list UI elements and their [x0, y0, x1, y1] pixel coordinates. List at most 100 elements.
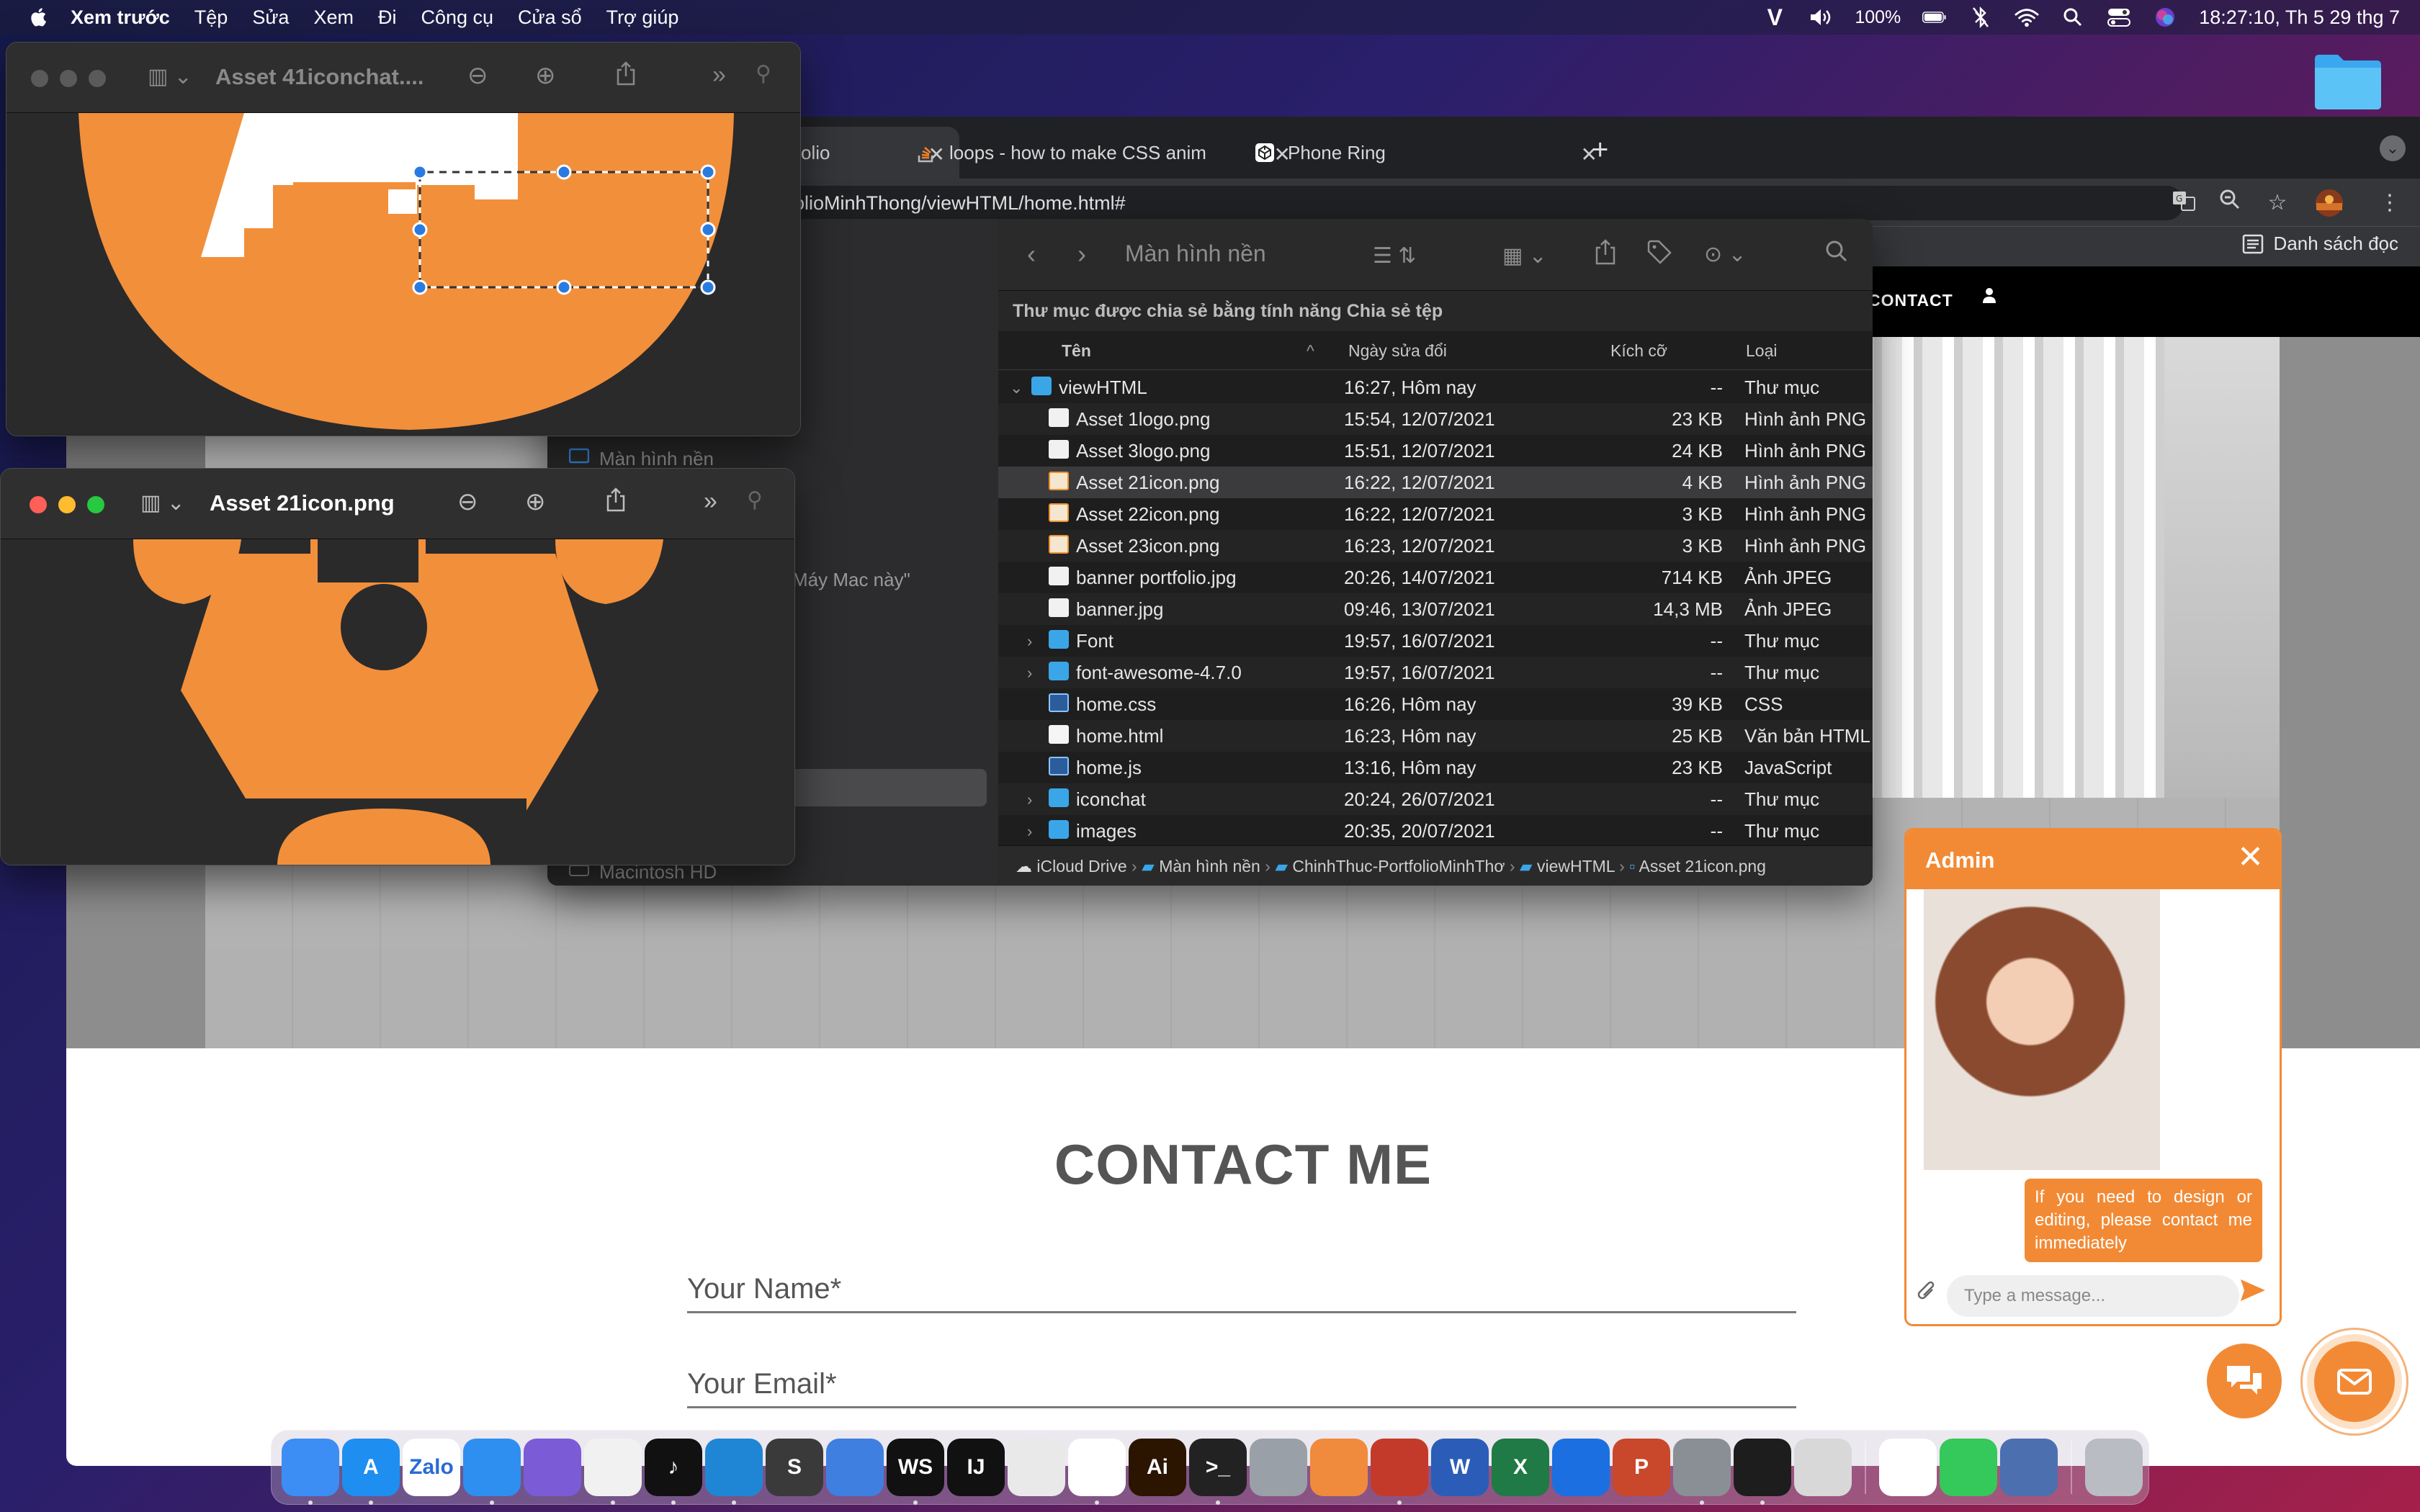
folder-row[interactable]: › font-awesome-4.7.0 19:57, 16/07/2021 Thư …	[998, 657, 1873, 688]
more-tools-icon[interactable]: »	[704, 487, 717, 516]
file-row[interactable]: home.html 16:23, Hôm nay Văn bản HTML 25 KB	[998, 720, 1873, 752]
send-icon[interactable]	[2239, 1278, 2267, 1310]
bluetooth-off-icon[interactable]	[1968, 6, 1993, 28]
dock-pen-app-icon[interactable]	[1310, 1439, 1368, 1496]
share-icon[interactable]	[616, 61, 636, 92]
battery-icon[interactable]	[1922, 6, 1947, 28]
file-row[interactable]: Asset 22icon.png 16:22, 12/07/2021 Hình ản…	[998, 498, 1873, 530]
dock-system-prefs-icon[interactable]	[1250, 1439, 1307, 1496]
dock-vscode-icon[interactable]	[705, 1439, 763, 1505]
zoom-in-icon[interactable]: ⊕	[535, 61, 556, 90]
disclosure-triangle-icon[interactable]: ›	[1027, 822, 1032, 841]
search-icon[interactable]: ⚲	[756, 61, 771, 86]
zoom-button[interactable]	[89, 70, 106, 87]
zoom-button[interactable]	[87, 496, 104, 513]
path-segment[interactable]: Asset 21icon.png	[1639, 857, 1765, 876]
dock-illustrator-icon[interactable]: Ai	[1129, 1439, 1186, 1496]
name-field[interactable]: Your Name*	[687, 1273, 1796, 1313]
desktop-folder-icon[interactable]	[2312, 52, 2384, 111]
menu-window[interactable]: Cửa sổ	[518, 6, 582, 29]
dock-activity-monitor-icon[interactable]	[1734, 1439, 1791, 1505]
dock-terminal-icon[interactable]: >_	[1189, 1439, 1247, 1505]
dock-messages-icon[interactable]	[1940, 1439, 1997, 1496]
dock-desktop-stack-icon[interactable]	[2000, 1439, 2058, 1496]
file-row[interactable]: Asset 1logo.png 15:54, 12/07/2021 Hình ảnh…	[998, 403, 1873, 435]
path-segment[interactable]: Màn hình nền	[1159, 857, 1260, 876]
back-icon[interactable]: ‹	[1027, 239, 1036, 269]
file-row[interactable]: home.js 13:16, Hôm nay JavaScript 23 KB	[998, 752, 1873, 783]
column-kind[interactable]: Loại	[1746, 341, 1777, 361]
column-date[interactable]: Ngày sửa đổi	[1348, 341, 1447, 361]
path-segment[interactable]: viewHTML	[1537, 857, 1615, 876]
menu-clock[interactable]: 18:27:10, Th 5 29 thg 7	[2199, 6, 2400, 29]
dock-settings-icon[interactable]	[1673, 1439, 1731, 1505]
dock-mongodb-icon[interactable]	[1068, 1439, 1126, 1505]
chrome-menu-icon[interactable]: ⋮	[2375, 189, 2404, 217]
menu-view[interactable]: Xem	[313, 6, 354, 29]
dock-zalo-icon[interactable]: Zalo	[403, 1439, 460, 1496]
disclosure-triangle-icon[interactable]: ⌄	[1010, 379, 1023, 397]
dock-excel-icon[interactable]: X	[1492, 1439, 1549, 1496]
apple-menu-icon[interactable]	[29, 6, 50, 28]
path-segment[interactable]: ChinhThuc-PortfolioMinhThơ	[1292, 857, 1505, 876]
menu-go[interactable]: Đi	[378, 6, 397, 29]
tab-search-icon[interactable]: ⌄	[2380, 135, 2406, 161]
email-field[interactable]: Your Email*	[687, 1368, 1796, 1408]
close-button[interactable]	[31, 70, 48, 87]
new-tab-button[interactable]: +	[1592, 134, 1608, 166]
menu-file[interactable]: Tệp	[194, 6, 228, 29]
search-icon[interactable]	[1825, 239, 1848, 269]
more-actions-icon[interactable]: ⊙ ⌄	[1704, 242, 1747, 267]
dock-word-icon[interactable]: W	[1431, 1439, 1489, 1496]
dock-xcode-tools-icon[interactable]	[826, 1439, 884, 1496]
file-row[interactable]: banner portfolio.jpg 20:26, 14/07/2021 Ảnh…	[998, 562, 1873, 593]
file-row[interactable]: banner.jpg 09:46, 13/07/2021 Ảnh JPEG 14,3 …	[998, 593, 1873, 625]
folder-row[interactable]: › iconchat 20:24, 26/07/2021 Thư mục --	[998, 783, 1873, 815]
control-center-icon[interactable]	[2107, 6, 2131, 28]
list-view-icon[interactable]: ☰ ⇅	[1373, 243, 1416, 269]
translate-icon[interactable]: G	[2169, 189, 2198, 217]
zoom-out-icon[interactable]: ⊖	[457, 487, 478, 516]
dock-tiktok-icon[interactable]: ♪	[645, 1439, 702, 1505]
siri-icon[interactable]	[2153, 6, 2177, 28]
spotlight-search-icon[interactable]	[2061, 6, 2085, 28]
folder-row[interactable]: › Font 19:57, 16/07/2021 Thư mục --	[998, 625, 1873, 657]
share-icon[interactable]	[606, 487, 626, 518]
dock-sublime-icon[interactable]: S	[766, 1439, 823, 1496]
dock-teamviewer-icon[interactable]	[1552, 1439, 1610, 1496]
wifi-icon[interactable]	[2015, 6, 2039, 28]
disclosure-triangle-icon[interactable]: ›	[1027, 791, 1032, 809]
group-icon[interactable]: ▦ ⌄	[1502, 243, 1547, 269]
sidebar-toggle-icon[interactable]: ▥ ⌄	[148, 64, 192, 89]
zoom-out-icon[interactable]: ⊖	[467, 61, 488, 90]
forward-icon[interactable]: ›	[1077, 239, 1086, 269]
dock-app-store-icon[interactable]: A	[342, 1439, 400, 1505]
disclosure-triangle-icon[interactable]: ›	[1027, 664, 1032, 683]
vivaldi-v-icon[interactable]: V	[1762, 4, 1787, 30]
dock-safari-icon[interactable]	[463, 1439, 521, 1505]
dock-photos-icon[interactable]	[1879, 1439, 1937, 1496]
minimize-button[interactable]	[60, 70, 77, 87]
menu-help[interactable]: Trợ giúp	[606, 6, 679, 29]
dock-compass-app-icon[interactable]	[1371, 1439, 1428, 1505]
menu-app-name[interactable]: Xem trước	[71, 6, 170, 29]
tag-icon[interactable]	[1646, 239, 1672, 271]
chat-toggle-button[interactable]	[2207, 1344, 2282, 1418]
dock-intellij-icon[interactable]: IJ	[947, 1439, 1005, 1496]
sidebar-item-this-mac[interactable]: Máy Mac này"	[792, 569, 910, 591]
dock-trash-icon[interactable]	[2085, 1439, 2143, 1496]
volume-icon[interactable]	[1809, 6, 1833, 28]
nav-contact-link[interactable]: CONTACT	[1868, 291, 1953, 310]
tab-phone-ring[interactable]: Phone Ring ✕	[1240, 127, 1644, 179]
user-icon[interactable]	[1982, 287, 1996, 309]
column-name[interactable]: Tên	[1062, 341, 1091, 361]
folder-row[interactable]: ⌄ viewHTML 16:27, Hôm nay Thư mục --	[998, 372, 1873, 403]
dock-preview-icon[interactable]	[1008, 1439, 1065, 1496]
path-segment[interactable]: iCloud Drive	[1036, 857, 1126, 876]
dock-powerpoint-icon[interactable]: P	[1613, 1439, 1670, 1496]
search-icon[interactable]: ⚲	[747, 487, 763, 513]
column-size[interactable]: Kích cỡ	[1610, 341, 1667, 361]
dock-webstorm-icon[interactable]: WS	[887, 1439, 944, 1505]
profile-avatar[interactable]	[2315, 189, 2344, 217]
file-row[interactable]: Asset 23icon.png 16:23, 12/07/2021 Hình ản…	[998, 530, 1873, 562]
